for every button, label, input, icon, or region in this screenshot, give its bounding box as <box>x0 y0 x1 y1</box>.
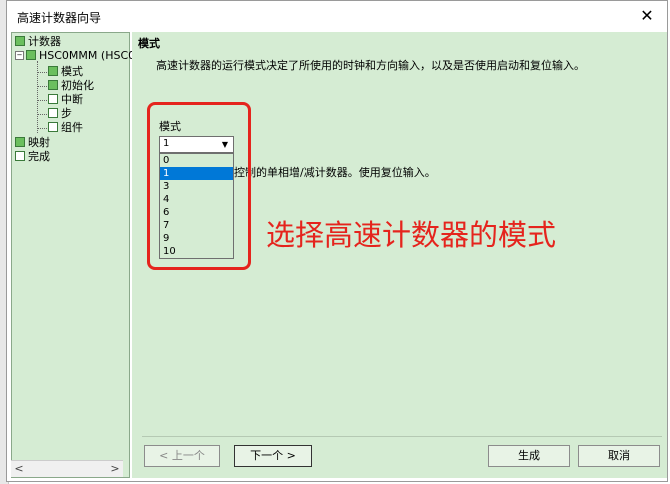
mode-detail-text: 控制的单相增/减计数器。使用复位输入。 <box>234 166 436 179</box>
tree-connector <box>37 72 47 73</box>
wizard-nav-tree: 计数器 − HSC0MMM (HSC0 模式 初始化 中断 步 组件 映射 完成 <box>11 32 135 478</box>
collapse-icon[interactable]: − <box>15 50 24 60</box>
tree-horizontal-scrollbar[interactable]: < > <box>11 460 123 477</box>
wizard-dialog: 高速计数器向导 ✕ 计数器 − HSC0MMM (HSC0 模式 初始化 中断 步… <box>6 0 668 482</box>
tree-item-label: HSC0MMM (HSC0 <box>39 49 136 62</box>
tree-item-mode[interactable]: 模式 <box>48 65 83 79</box>
title-bar: 高速计数器向导 ✕ <box>7 1 667 31</box>
checkbox-icon <box>48 66 58 76</box>
tree-item-interrupt[interactable]: 中断 <box>48 93 83 107</box>
tree-item-mapping[interactable]: 映射 <box>15 136 50 150</box>
tree-item-label: 初始化 <box>61 79 94 92</box>
tree-item-step[interactable]: 步 <box>48 107 72 121</box>
tree-item-label: 映射 <box>28 136 50 149</box>
tree-item-label: 完成 <box>28 150 50 163</box>
cancel-button[interactable]: 取消 <box>578 445 660 467</box>
section-title: 模式 <box>138 37 160 50</box>
button-separator <box>142 436 662 437</box>
window-title: 高速计数器向导 <box>17 11 102 25</box>
tree-item-counter[interactable]: 计数器 <box>15 35 61 49</box>
tree-item-component[interactable]: 组件 <box>48 121 83 135</box>
tree-connector <box>37 100 47 101</box>
scroll-right-icon[interactable]: > <box>107 461 123 477</box>
next-button[interactable]: 下一个 > <box>234 445 312 467</box>
tree-item-init[interactable]: 初始化 <box>48 79 94 93</box>
annotation-highlight-box <box>147 102 251 270</box>
tree-item-finish[interactable]: 完成 <box>15 150 50 164</box>
tree-item-label: 步 <box>61 107 72 120</box>
checkbox-icon <box>48 122 58 132</box>
close-icon[interactable]: ✕ <box>635 6 659 26</box>
checkbox-icon <box>15 137 25 147</box>
checkbox-icon <box>48 94 58 104</box>
prev-button[interactable]: < 上一个 <box>144 445 220 467</box>
scroll-left-icon[interactable]: < <box>11 461 27 477</box>
checkbox-icon <box>15 36 25 46</box>
tree-connector <box>37 86 47 87</box>
checkbox-icon <box>15 151 25 161</box>
checkbox-icon <box>26 50 36 60</box>
tree-item-label: 模式 <box>61 65 83 78</box>
tree-item-label: 中断 <box>61 93 83 106</box>
checkbox-icon <box>48 80 58 90</box>
generate-button[interactable]: 生成 <box>488 445 570 467</box>
tree-item-label: 组件 <box>61 121 83 134</box>
checkbox-icon <box>48 108 58 118</box>
mode-description: 高速计数器的运行模式决定了所使用的时钟和方向输入，以及是否使用启动和复位输入。 <box>156 59 585 72</box>
tree-item-hsc0[interactable]: − HSC0MMM (HSC0 <box>15 49 135 63</box>
annotation-text: 选择高速计数器的模式 <box>266 218 557 252</box>
tree-item-label: 计数器 <box>28 35 61 48</box>
main-panel: 模式 高速计数器的运行模式决定了所使用的时钟和方向输入，以及是否使用启动和复位输… <box>132 32 667 478</box>
tree-connector <box>37 128 47 129</box>
tree-connector <box>37 114 47 115</box>
